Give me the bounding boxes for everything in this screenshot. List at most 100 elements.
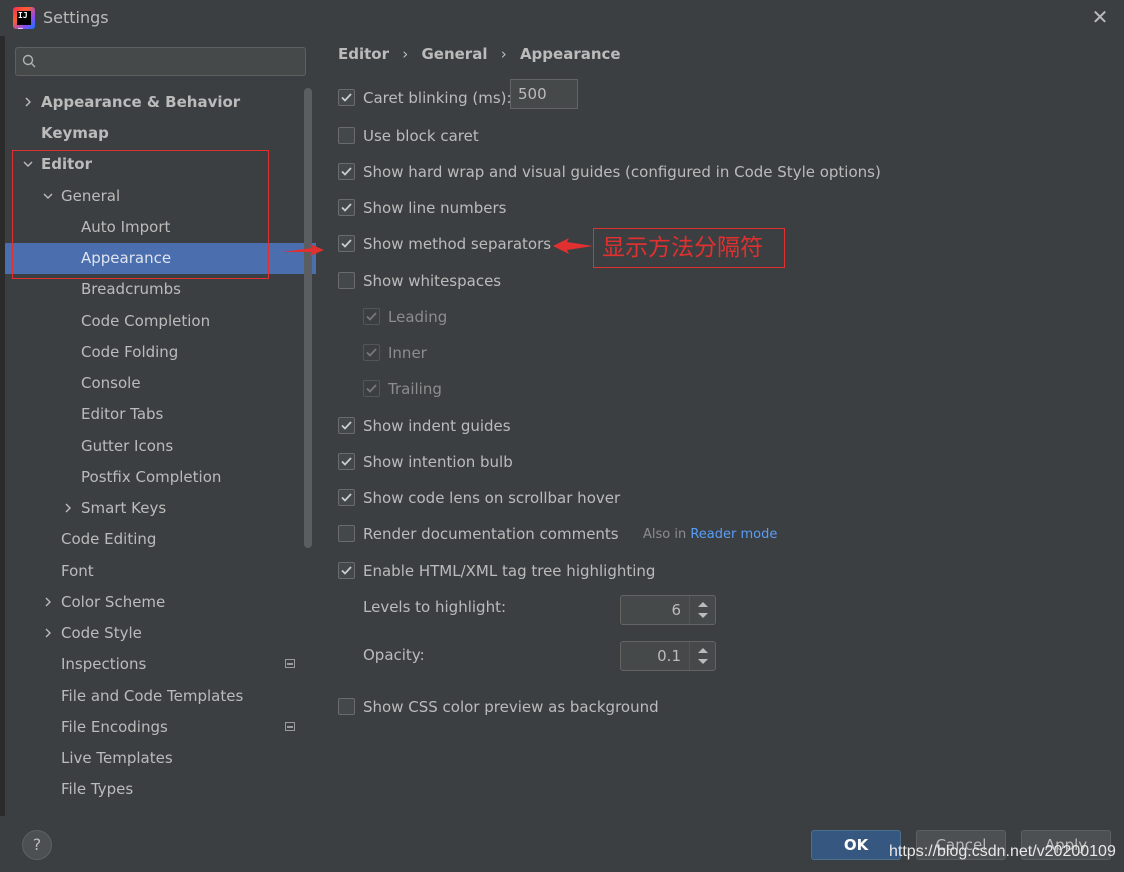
tree-item[interactable]: Inspections [5, 649, 316, 680]
search-icon [22, 54, 36, 68]
css-color-checkbox[interactable] [338, 698, 355, 715]
reader-mode-link[interactable]: Reader mode [690, 527, 777, 542]
tree-item-label: Postfix Completion [81, 468, 222, 486]
tree-item-label: File and Code Templates [61, 687, 244, 705]
checkmark-icon [366, 348, 377, 357]
ok-button[interactable]: OK [811, 830, 901, 860]
caret-blinking-checkbox[interactable] [338, 89, 355, 106]
render-docs-checkbox[interactable] [338, 525, 355, 542]
option-label: Caret blinking (ms): [363, 89, 512, 107]
levels-label: Levels to highlight: [363, 598, 507, 616]
checkmark-icon [366, 384, 377, 393]
caret-blinking-input[interactable]: 500 [510, 79, 578, 109]
tree-item-label: Color Scheme [61, 593, 166, 611]
option-render-docs: Render documentation comments Also in Rea… [338, 523, 1076, 545]
option-label: Show CSS color preview as background [363, 698, 659, 716]
annotation-box-tree [12, 150, 269, 279]
tree-item[interactable]: File Encodings [5, 712, 316, 743]
option-code-lens: Show code lens on scrollbar hover [338, 487, 1076, 509]
option-label: Enable HTML/XML tag tree highlighting [363, 562, 656, 580]
option-leading: Leading [363, 306, 1076, 328]
option-label: Show whitespaces [363, 272, 502, 290]
option-label: Trailing [388, 380, 442, 398]
tree-item[interactable]: Code Editing [5, 524, 316, 555]
checkmark-icon [341, 203, 352, 212]
tree-item-label: Inspections [61, 655, 147, 673]
tree-item[interactable]: File Types [5, 774, 316, 805]
checkmark-icon [341, 566, 352, 575]
annotation-label: 显示方法分隔符 [593, 228, 785, 268]
checkmark-icon [366, 312, 377, 321]
title-bar: IJ _ Settings ✕ [0, 0, 1124, 36]
option-hard-wrap: Show hard wrap and visual guides (config… [338, 161, 1076, 183]
tree-item[interactable]: Editor Tabs [5, 399, 316, 430]
chevron-right-icon[interactable] [43, 597, 53, 607]
breadcrumb-item[interactable]: Editor [338, 45, 389, 63]
option-tag-tree: Enable HTML/XML tag tree highlighting [338, 560, 1076, 582]
tree-item-label: Editor Tabs [81, 405, 164, 423]
tree-item[interactable]: Appearance & Behavior [5, 87, 316, 118]
opacity-label: Opacity: [363, 646, 425, 664]
tag-tree-checkbox[interactable] [338, 562, 355, 579]
option-label: Show intention bulb [363, 453, 513, 471]
tree-item[interactable]: File and Code Templates [5, 681, 316, 712]
help-button[interactable]: ? [22, 830, 52, 860]
option-trailing: Trailing [363, 378, 1076, 400]
window-title: Settings [43, 8, 109, 27]
opacity-spinner[interactable]: 0.1 [620, 641, 716, 671]
breadcrumb-separator: › [402, 45, 409, 63]
whitespaces-checkbox[interactable] [338, 272, 355, 289]
chevron-right-icon[interactable] [43, 628, 53, 638]
tree-item[interactable]: Postfix Completion [5, 462, 316, 493]
watermark: https://blog.csdn.net/v20200109 [889, 843, 1116, 860]
breadcrumb: Editor › General › Appearance [338, 45, 629, 63]
tree-item-label: Code Completion [81, 312, 211, 330]
tree-item-label: Font [61, 562, 94, 580]
tree-item-label: Keymap [41, 124, 109, 142]
intention-bulb-checkbox[interactable] [338, 453, 355, 470]
option-label: Use block caret [363, 127, 479, 145]
option-label: Inner [388, 344, 427, 362]
chevron-right-icon[interactable] [63, 503, 73, 513]
tree-item[interactable]: Code Folding [5, 337, 316, 368]
option-css-color: Show CSS color preview as background [338, 696, 1076, 718]
annotation-arrow-icon [282, 244, 324, 256]
spinner-arrows-icon[interactable] [689, 596, 715, 624]
code-lens-checkbox[interactable] [338, 489, 355, 506]
tree-item[interactable]: Keymap [5, 118, 316, 149]
tree-item-label: Console [81, 374, 141, 392]
tree-item[interactable]: Console [5, 368, 316, 399]
sidebar-scrollbar[interactable] [304, 88, 312, 548]
tree-item[interactable]: Code Completion [5, 306, 316, 337]
tree-item[interactable]: Live Templates [5, 743, 316, 774]
chevron-right-icon[interactable] [23, 97, 33, 107]
option-label: Show hard wrap and visual guides (config… [363, 163, 881, 181]
dialog-footer: ? OK Cancel Apply https://blog.csdn.net/… [0, 816, 1124, 872]
option-inner: Inner [363, 342, 1076, 364]
settings-content: Editor › General › Appearance Caret blin… [316, 36, 1124, 816]
block-caret-checkbox[interactable] [338, 127, 355, 144]
option-label: Show line numbers [363, 199, 507, 217]
tree-item[interactable]: Code Style [5, 618, 316, 649]
breadcrumb-item[interactable]: General [421, 45, 487, 63]
option-label: Show code lens on scrollbar hover [363, 489, 621, 507]
option-block-caret: Use block caret [338, 125, 1076, 147]
spinner-arrows-icon[interactable] [689, 642, 715, 670]
hard-wrap-checkbox[interactable] [338, 163, 355, 180]
indent-guides-checkbox[interactable] [338, 417, 355, 434]
levels-spinner[interactable]: 6 [620, 595, 716, 625]
search-input[interactable] [15, 47, 306, 76]
option-label: Show method separators [363, 235, 552, 253]
tree-item-label: Smart Keys [81, 499, 167, 517]
leading-checkbox [363, 308, 380, 325]
tree-item[interactable]: Gutter Icons [5, 431, 316, 462]
also-in-prefix: Also in [643, 527, 687, 542]
line-numbers-checkbox[interactable] [338, 199, 355, 216]
tree-item[interactable]: Smart Keys [5, 493, 316, 524]
tree-item[interactable]: Font [5, 556, 316, 587]
method-separators-checkbox[interactable] [338, 235, 355, 252]
tree-item[interactable]: Color Scheme [5, 587, 316, 618]
breadcrumb-item: Appearance [519, 45, 621, 63]
checkmark-icon [341, 239, 352, 248]
close-icon[interactable]: ✕ [1088, 6, 1112, 30]
